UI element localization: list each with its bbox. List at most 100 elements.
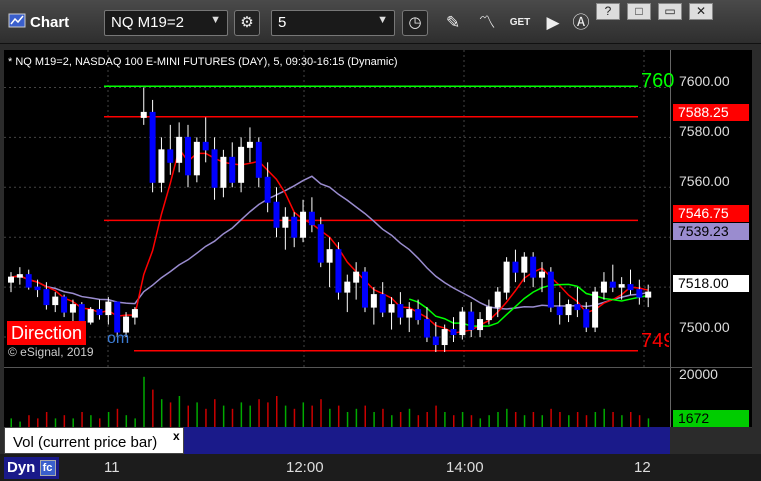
candle-body — [273, 201, 280, 228]
volume-bar — [302, 402, 305, 428]
symbol-value: NQ M19=2 — [111, 14, 184, 31]
volume-axis[interactable]: 20000 1672 — [670, 366, 752, 427]
candle-body — [255, 141, 262, 178]
candle-body — [627, 284, 634, 291]
price-axis[interactable]: 7600.00 7580.00 7560.00 7500.00 7588.25 … — [670, 50, 752, 367]
app-title: Chart — [30, 14, 70, 31]
direction-label: Direction — [7, 321, 87, 345]
volume-bar — [444, 412, 446, 428]
volume-bar — [408, 408, 411, 428]
candle-body — [317, 224, 324, 263]
price-tick: 7560.00 — [679, 173, 730, 189]
candle-body — [468, 311, 475, 331]
close-button[interactable]: ✕ — [689, 3, 713, 20]
time-label: 12 — [634, 459, 651, 476]
volume-bar — [382, 408, 384, 428]
volume-tick: 20000 — [679, 366, 718, 382]
candle-body — [494, 291, 501, 308]
candle-body — [600, 281, 607, 293]
study-icon[interactable]: 〽 — [474, 10, 500, 36]
volume-bar — [603, 408, 605, 428]
chevron-down-icon[interactable]: ▼ — [377, 14, 388, 26]
restore-button[interactable]: □ — [627, 3, 651, 20]
candle-body — [370, 294, 377, 308]
candle-body — [238, 146, 245, 183]
volume-bar — [107, 412, 110, 428]
time-label: 14:00 — [446, 459, 484, 476]
candle-body — [69, 304, 76, 313]
interval-dropdown[interactable]: 5 ▼ — [271, 10, 395, 36]
get-data-icon[interactable]: GET — [507, 10, 533, 36]
chevron-down-icon[interactable]: ▼ — [210, 14, 221, 26]
volume-bar — [497, 412, 499, 428]
candle-body — [300, 211, 307, 238]
help-button[interactable]: ? — [596, 3, 620, 20]
candle-body — [193, 141, 200, 176]
level-edge-label: 760 — [641, 70, 675, 92]
volume-bar — [276, 396, 278, 428]
copyright: © eSignal, 2019 — [8, 345, 94, 359]
candle-body — [450, 329, 457, 336]
volume-bar — [81, 412, 83, 428]
study-label: Vol (current price bar) — [13, 434, 158, 451]
alert-icon[interactable]: Ⓐ — [568, 10, 594, 36]
candle-body — [326, 249, 333, 263]
interval-value: 5 — [278, 14, 287, 31]
candle-body — [565, 304, 572, 316]
fc-icon[interactable]: fc — [39, 460, 56, 477]
study-tab-volume[interactable]: Vol (current price bar) x — [4, 427, 184, 454]
volume-bar — [329, 408, 331, 428]
volume-bar — [612, 412, 614, 428]
gear-icon[interactable]: ⚙ — [234, 10, 260, 36]
candle-body — [246, 141, 253, 148]
volume-bar — [311, 405, 313, 428]
candle-body — [211, 149, 218, 188]
candle-body — [379, 294, 386, 313]
volume-bar — [196, 402, 198, 428]
volume-pane[interactable] — [4, 367, 670, 428]
close-icon[interactable]: x — [173, 429, 180, 443]
volume-bar — [222, 405, 225, 428]
volume-bar — [594, 412, 597, 428]
clock-icon[interactable]: ◷ — [402, 10, 428, 36]
candle-body — [432, 336, 439, 346]
candle-body — [158, 149, 165, 183]
volume-bar — [152, 389, 154, 428]
volume-bar — [514, 412, 517, 428]
pencil-icon[interactable]: ✎ — [440, 10, 466, 36]
candle-body — [618, 284, 625, 288]
symbol-dropdown[interactable]: NQ M19=2 ▼ — [104, 10, 228, 36]
volume-bar — [346, 412, 349, 428]
volume-bar — [187, 405, 189, 428]
maximize-button[interactable]: ▭ — [658, 3, 682, 20]
candle-body — [353, 271, 360, 283]
candle-body — [574, 304, 581, 311]
volume-bar — [435, 405, 437, 428]
volume-bar — [506, 408, 508, 428]
volume-bar — [169, 402, 172, 428]
candle-body — [530, 256, 537, 278]
volume-current-tag: 1672 — [673, 410, 749, 427]
candle-body — [459, 311, 466, 336]
volume-bar — [576, 412, 579, 428]
dynamic-tab[interactable]: Dyn fc — [4, 457, 59, 479]
candle-body — [415, 309, 422, 321]
price-chart[interactable] — [4, 50, 670, 367]
candle-body — [583, 309, 590, 328]
candle-body — [423, 319, 430, 338]
candle-body — [264, 176, 271, 203]
candle-body — [521, 256, 528, 273]
toolbar: Chart NQ M19=2 ▼ ⚙ 5 ▼ ◷ ✎ 〽 GET ▶ Ⓐ ? □… — [0, 0, 761, 44]
time-axis[interactable]: Dyn fc 11 12:00 14:00 12 — [0, 454, 761, 481]
level-edge-label: 749 — [641, 330, 669, 352]
play-icon[interactable]: ▶ — [540, 10, 566, 36]
price-tag-level: 7588.25 — [673, 104, 749, 121]
price-tag-last: 7518.00 — [673, 275, 749, 292]
volume-bar — [116, 408, 119, 428]
volume-bar — [320, 399, 322, 428]
candle-body — [503, 261, 510, 293]
candle-body — [176, 136, 183, 163]
volume-bar — [178, 396, 181, 428]
volume-bar — [532, 412, 535, 428]
candle-body — [636, 289, 643, 298]
